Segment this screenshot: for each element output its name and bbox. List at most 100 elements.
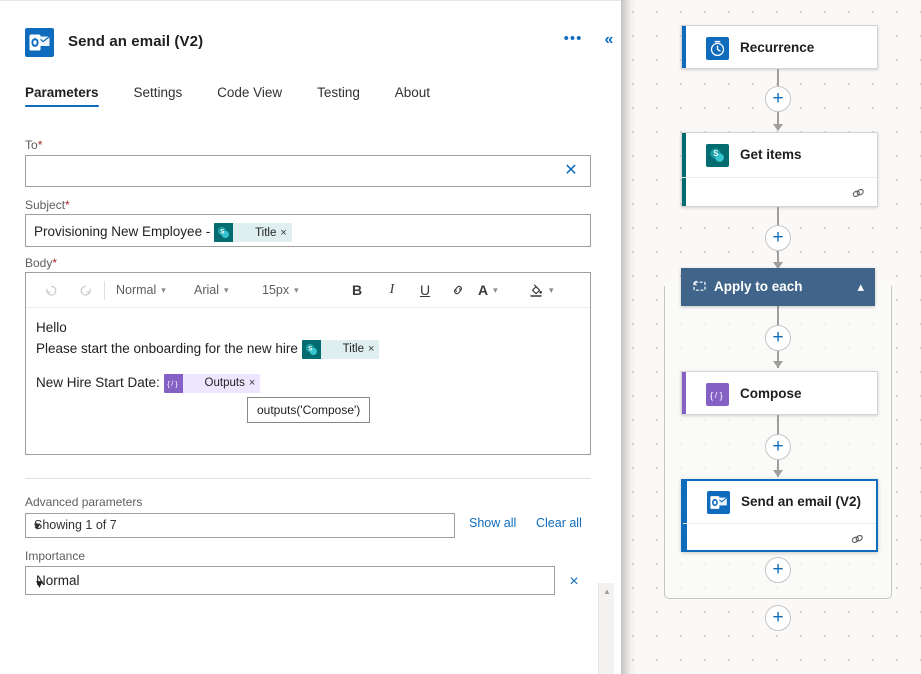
collapse-panel-icon[interactable]: «	[598, 31, 620, 51]
body-scrollbar[interactable]: ▲ ▼	[598, 583, 614, 674]
flow-node-send-an-email[interactable]: Send an email (V2)	[681, 479, 878, 552]
subject-static-text: Provisioning New Employee -	[34, 224, 215, 240]
svg-text:S: S	[308, 345, 313, 352]
body-rich-text-editor[interactable]: Normal ▾ Arial ▾ 15px ▾ B I U A ▾ ▾ Hell…	[25, 272, 614, 674]
tab-settings[interactable]: Settings	[133, 85, 182, 107]
node-header: Recurrence	[682, 26, 877, 70]
tab-code-view[interactable]: Code View	[217, 85, 282, 107]
link-icon[interactable]	[446, 273, 470, 307]
outlook-icon	[25, 28, 54, 57]
add-step-button-6[interactable]: +	[765, 605, 791, 631]
font-family-dropdown[interactable]: Arial ▾	[194, 273, 229, 307]
body-line-3-text: New Hire Start Date:	[36, 375, 164, 390]
subject-label-text: Subject	[25, 198, 66, 212]
italic-button[interactable]: I	[381, 273, 403, 307]
dynamic-token-title-body[interactable]: S Title ×	[301, 339, 380, 359]
token-label: Outputs	[204, 376, 245, 389]
flow-canvas[interactable]: Recurrence + S Get items + Apply to each…	[621, 0, 921, 674]
flow-node-get-items[interactable]: S Get items	[681, 132, 878, 207]
flow-node-compose[interactable]: {/} Compose	[681, 371, 878, 415]
importance-label: Importance	[25, 549, 86, 563]
undo-icon[interactable]	[39, 273, 63, 307]
advanced-parameters-label: Advanced parameters	[25, 495, 143, 509]
redo-icon[interactable]	[73, 273, 97, 307]
font-size-dropdown[interactable]: 15px ▾	[262, 273, 299, 307]
flow-node-apply-to-each[interactable]: Apply to each ▴	[681, 268, 875, 306]
chevron-down-icon: ▾	[493, 284, 498, 295]
remove-token-icon[interactable]: ×	[280, 227, 291, 239]
svg-text:S: S	[220, 228, 225, 235]
highlight-button[interactable]: ▾	[528, 273, 554, 307]
add-step-button-5[interactable]: +	[765, 557, 791, 583]
node-label: Get items	[740, 147, 802, 162]
remove-token-icon[interactable]: ×	[249, 374, 260, 393]
dynamic-token-title[interactable]: S Title ×	[214, 223, 292, 242]
connection-link-icon[interactable]	[849, 531, 865, 547]
chevron-down-icon: ▾	[34, 519, 41, 533]
subject-required-marker: *	[65, 198, 70, 212]
body-line-2-text: Please start the onboarding for the new …	[36, 341, 302, 356]
chevron-down-icon: ▾	[549, 284, 554, 295]
more-options-icon[interactable]: •••	[563, 31, 583, 50]
to-input[interactable]	[25, 155, 591, 187]
text-style-dropdown[interactable]: Normal ▾	[116, 273, 166, 307]
clear-to-icon[interactable]: ✕	[560, 160, 582, 182]
body-blank-line	[36, 359, 564, 372]
expression-icon: {/}	[163, 373, 183, 393]
token-label: Title	[342, 342, 364, 355]
rich-text-toolbar: Normal ▾ Arial ▾ 15px ▾ B I U A ▾ ▾	[26, 273, 590, 308]
body-line-3: New Hire Start Date: {/} Outputs ×	[36, 372, 564, 393]
chevron-up-icon[interactable]: ▴	[857, 268, 864, 306]
connection-link-icon[interactable]	[850, 185, 866, 201]
body-content-area[interactable]: Hello Please start the onboarding for th…	[26, 308, 574, 454]
sharepoint-icon: S	[706, 144, 729, 167]
chevron-down-icon: ▾	[36, 576, 43, 591]
chevron-down-icon: ▾	[161, 284, 166, 295]
node-label: Apply to each	[714, 279, 803, 294]
connector-arrow	[773, 470, 783, 477]
recurrence-clock-icon	[706, 37, 729, 60]
page-title: Send an email (V2)	[68, 33, 204, 50]
tab-parameters[interactable]: Parameters	[25, 85, 99, 107]
toolbar-divider	[104, 281, 105, 300]
sharepoint-icon: S	[301, 339, 321, 359]
remove-token-icon[interactable]: ×	[368, 340, 379, 359]
body-line-2: Please start the onboarding for the new …	[36, 338, 564, 359]
connector-arrow	[773, 124, 783, 131]
body-line-1: Hello	[36, 320, 67, 335]
show-all-link[interactable]: Show all	[469, 516, 516, 530]
panel-tabs: Parameters Settings Code View Testing Ab…	[25, 84, 461, 114]
dynamic-token-outputs[interactable]: {/} Outputs ×	[163, 373, 261, 393]
clear-importance-icon[interactable]: ×	[563, 572, 585, 592]
node-header: S Get items	[682, 133, 877, 177]
tab-about[interactable]: About	[395, 85, 430, 107]
body-label: Body*	[25, 256, 57, 270]
underline-button[interactable]: U	[414, 273, 436, 307]
advanced-divider	[25, 478, 591, 479]
expression-icon: {/}	[706, 383, 729, 406]
action-details-panel: Send an email (V2) ••• « Parameters Sett…	[0, 0, 621, 674]
body-label-text: Body	[25, 256, 53, 270]
node-footer	[682, 177, 877, 207]
text-style-value: Normal	[116, 283, 157, 297]
clear-all-link[interactable]: Clear all	[536, 516, 582, 530]
subject-input[interactable]: Provisioning New Employee - S Title ×	[25, 214, 591, 247]
svg-text:/: /	[171, 381, 173, 388]
advanced-parameters-dropdown[interactable]: Showing 1 of 7 ▾	[25, 513, 455, 538]
panel-header: Send an email (V2) ••• «	[0, 8, 621, 60]
chevron-down-icon: ▾	[294, 284, 299, 295]
add-step-button-3[interactable]: +	[765, 325, 791, 351]
scroll-up-icon[interactable]: ▲	[599, 583, 615, 599]
flow-node-recurrence[interactable]: Recurrence	[681, 25, 878, 69]
node-header: Send an email (V2)	[683, 481, 876, 523]
add-step-button-2[interactable]: +	[765, 225, 791, 251]
add-step-button-4[interactable]: +	[765, 434, 791, 460]
importance-dropdown[interactable]: Normal ▾	[25, 566, 555, 595]
panel-top-divider	[0, 0, 621, 1]
add-step-button-1[interactable]: +	[765, 86, 791, 112]
bold-button[interactable]: B	[346, 273, 368, 307]
node-label: Recurrence	[740, 40, 815, 55]
node-footer	[683, 523, 876, 553]
font-color-button[interactable]: A ▾	[478, 273, 498, 307]
tab-testing[interactable]: Testing	[317, 85, 360, 107]
